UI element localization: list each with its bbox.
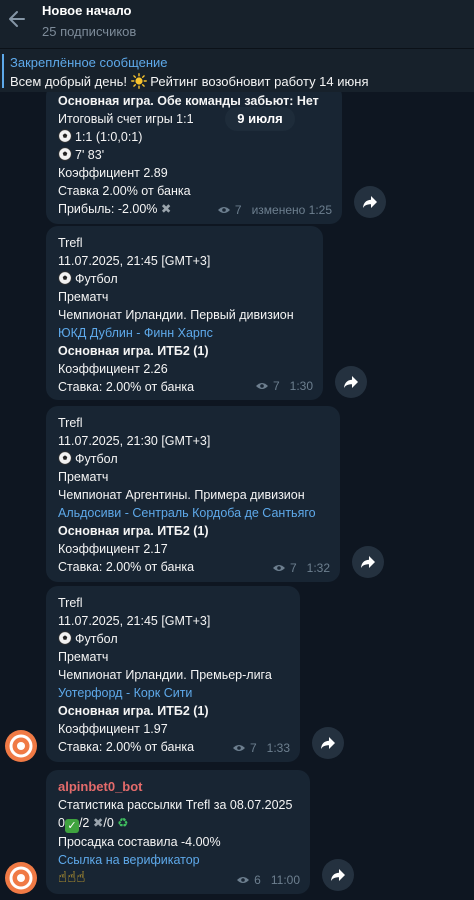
message-line: 11.07.2025, 21:45 [GMT+3] (58, 614, 211, 628)
message-line: Чемпионат Ирландии. Премьер-лига (58, 668, 272, 682)
forward-button[interactable] (312, 727, 344, 759)
message-line: Основная игра. ИТБ2 (1) (58, 344, 209, 358)
message-line: 11.07.2025, 21:45 [GMT+3] (58, 254, 211, 268)
message-meta: 7 1:32 (272, 559, 330, 577)
pinned-accent-bar (2, 54, 4, 88)
chat-header: Новое начало 25 подписчиков (0, 0, 474, 48)
message-meta: 6 11:00 (236, 871, 300, 889)
message-line: Основная игра. ИТБ2 (1) (58, 704, 209, 718)
forward-button[interactable] (322, 859, 354, 891)
message-bubble[interactable]: alpinbet0_bot Статистика рассылки Trefl … (46, 770, 310, 894)
forward-arrow-icon (361, 556, 375, 568)
message-line: Чемпионат Ирландии. Первый дивизион (58, 308, 294, 322)
back-arrow-icon[interactable] (6, 8, 28, 30)
date-separator: 9 июля (225, 107, 295, 131)
message-line: Основная игра. ИТБ2 (1) (58, 524, 209, 538)
message-line: Trefl (58, 416, 83, 430)
verifier-link[interactable]: Ссылка на верификатор (58, 851, 298, 869)
channel-title[interactable]: Новое начало (42, 3, 132, 18)
message-line: Коэффициент 2.26 (58, 362, 168, 376)
message-author[interactable]: alpinbet0_bot (58, 778, 298, 796)
forward-arrow-icon (344, 376, 358, 388)
message-line: Прематч (58, 290, 109, 304)
message-line: Основная игра. Обе команды забьют: Нет (58, 94, 319, 108)
message-line: Коэффициент 2.17 (58, 542, 168, 556)
recycle-icon: ♻ (117, 816, 129, 830)
eye-icon (272, 565, 285, 571)
eye-icon (232, 745, 245, 751)
message-line: Trefl (58, 236, 83, 250)
forward-arrow-icon (321, 737, 335, 749)
stats-counts: 0 ✓/2 ✖/0 ♻ (58, 816, 129, 833)
pinned-text: Всем добрый день! Рейтинг возобновит раб… (10, 73, 369, 89)
message-line: Прематч (58, 470, 109, 484)
forward-arrow-icon (363, 196, 377, 208)
check-mark-icon: ✓ (64, 819, 79, 833)
message-meta: 7 1:30 (255, 377, 313, 395)
forward-button[interactable] (354, 186, 386, 218)
forward-button[interactable] (335, 366, 367, 398)
message-line: 11.07.2025, 21:30 [GMT+3] (58, 434, 211, 448)
bot-avatar-icon[interactable] (5, 862, 37, 894)
message-line: Коэффициент 2.89 (58, 166, 168, 180)
subscriber-count: 25 подписчиков (42, 24, 137, 39)
soccer-ball-icon (58, 147, 72, 161)
soccer-ball-icon (58, 129, 72, 143)
message-bubble[interactable]: Trefl 11.07.2025, 21:30 [GMT+3] Футбол П… (46, 406, 340, 582)
message-line: Прематч (58, 650, 109, 664)
message-bubble[interactable]: Trefl 11.07.2025, 21:45 [GMT+3] Футбол П… (46, 586, 300, 762)
message-meta: 7 изменено 1:25 (217, 201, 332, 219)
message-line: Просадка составила -4.00% (58, 835, 221, 849)
cross-mark-icon: ✖ (92, 816, 104, 830)
message-meta: 7 1:33 (232, 739, 290, 757)
channel-avatar-icon[interactable] (5, 730, 37, 762)
soccer-ball-icon (58, 631, 72, 645)
message-list[interactable]: Основная игра. Обе команды забьют: Нет И… (0, 92, 474, 900)
eye-icon (237, 877, 250, 883)
pinned-title: Закреплённое сообщение (10, 55, 168, 70)
forward-button[interactable] (352, 546, 384, 578)
message-bubble[interactable]: Trefl 11.07.2025, 21:45 [GMT+3] Футбол П… (46, 226, 323, 400)
match-link[interactable]: Альдосиви - Сентраль Кордоба де Сантьяго (58, 504, 328, 522)
message-line: Trefl (58, 596, 83, 610)
pinned-message-bar[interactable]: Закреплённое сообщение Всем добрый день!… (0, 48, 474, 92)
forward-arrow-icon (331, 869, 345, 881)
message-line: Коэффициент 1.97 (58, 722, 168, 736)
match-link[interactable]: ЮКД Дублин - Финн Харпс (58, 324, 311, 342)
message-line: Ставка 2.00% от банка (58, 184, 191, 198)
soccer-ball-icon (58, 451, 72, 465)
match-link[interactable]: Уотерфорд - Корк Сити (58, 684, 288, 702)
message-line: Чемпионат Аргентины. Примера дивизион (58, 488, 305, 502)
eye-icon (255, 383, 268, 389)
eye-icon (217, 207, 230, 213)
sun-icon (130, 73, 147, 89)
soccer-ball-icon (58, 271, 72, 285)
message-bubble[interactable]: Основная игра. Обе команды забьют: Нет И… (46, 92, 342, 224)
message-line: Статистика рассылки Trefl за 08.07.2025 (58, 798, 293, 812)
cross-mark-icon: ✖ (160, 202, 172, 216)
